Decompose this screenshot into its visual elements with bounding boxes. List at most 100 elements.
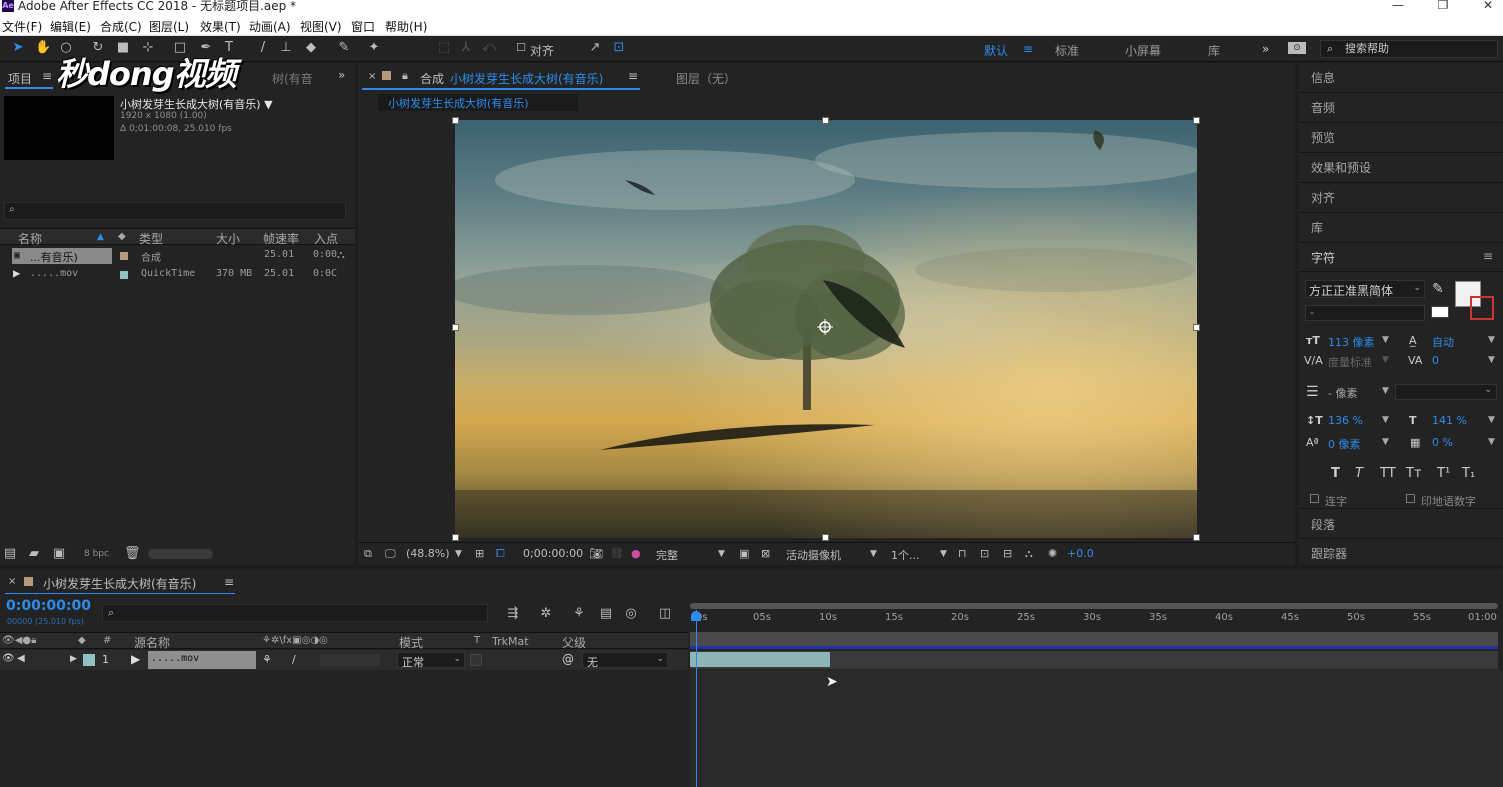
chevron-down-icon[interactable]: ▼ (870, 549, 877, 559)
swap-colors-icon[interactable] (1431, 306, 1449, 318)
audio-panel-tab[interactable]: 音频 (1311, 99, 1335, 116)
resolution-dropdown[interactable]: 完整 (656, 547, 678, 563)
eyedropper-icon[interactable]: ✎ (1432, 281, 1444, 297)
region-of-interest-icon[interactable]: ▣ (739, 547, 749, 560)
font-family-dropdown[interactable]: 方正正准黑简体 ⌄ (1305, 280, 1425, 298)
stroke-color-swatch[interactable] (1470, 296, 1494, 320)
roto-brush-tool-icon[interactable]: ✎ (336, 40, 352, 56)
monitor-icon[interactable]: 🖵 (385, 547, 396, 561)
frame-blending-icon[interactable]: ▤ (598, 606, 614, 622)
workspace-default[interactable]: 默认 (984, 42, 1008, 59)
help-search-input[interactable]: ⌕ 搜索帮助 (1320, 40, 1498, 58)
magnification-dropdown[interactable]: (48.8%) (406, 547, 450, 560)
audio-icon[interactable]: ◀︎ (17, 653, 25, 664)
workspace-small-screen[interactable]: 小屏幕 (1125, 42, 1161, 59)
layer-tab[interactable]: 图层（无） (676, 70, 736, 87)
col-inpoint[interactable]: 入点 (314, 230, 338, 247)
blend-mode-dropdown[interactable]: 正常 ⌄ (397, 652, 465, 669)
clone-stamp-tool-icon[interactable]: ⊥ (278, 40, 294, 56)
tsume-value[interactable]: 0 % (1432, 436, 1453, 449)
preview-panel-tab[interactable]: 预览 (1311, 129, 1335, 146)
playhead-cti[interactable] (696, 610, 697, 787)
hindi-digits-checkbox[interactable]: ☐ (1405, 492, 1416, 506)
selected-comp-name[interactable]: 小树发芽生长成大树(有音乐) ▼ (120, 96, 273, 112)
project-item-footage[interactable]: ▶ .....mov QuickTime 370 MB 25.01 0:0C (0, 266, 355, 284)
lock-icon[interactable]: 🔒︎ (402, 69, 408, 83)
col-mode[interactable]: 模式 (399, 634, 423, 651)
sync-settings-icon[interactable]: ⊙ (1288, 42, 1306, 54)
all-caps-button[interactable]: TT (1380, 466, 1396, 481)
new-folder-icon[interactable]: ▰ (26, 546, 42, 562)
channel-icon[interactable]: ● (631, 547, 641, 560)
selection-tool-icon[interactable]: ➤ (10, 40, 26, 56)
timeline-tab-menu-icon[interactable]: ≡ (224, 575, 234, 589)
reset-exposure-icon[interactable]: ✺ (1048, 547, 1057, 560)
comp-breadcrumb[interactable]: 小树发芽生长成大树(有音乐) (378, 94, 578, 111)
kerning-value[interactable]: 度量标准 (1328, 354, 1372, 370)
menu-effect[interactable]: 效果(T) (200, 18, 241, 35)
stroke-width-value[interactable]: - 像素 (1328, 385, 1357, 401)
chevron-down-icon[interactable]: ▼ (1382, 415, 1389, 425)
panel-overflow-icon[interactable]: » (338, 68, 345, 82)
workspace-library[interactable]: 库 (1208, 42, 1220, 59)
transform-handle-bl[interactable] (452, 534, 459, 541)
show-snapshot-icon[interactable]: ⛓ (610, 547, 624, 560)
workspace-standard[interactable]: 标准 (1055, 42, 1079, 59)
motion-blur-icon[interactable]: ◎ (623, 606, 639, 622)
project-search-input[interactable]: ⌕ (4, 202, 346, 220)
label-tag-icon[interactable]: ◆ (78, 635, 86, 646)
subscript-button[interactable]: T₁ (1462, 466, 1475, 481)
timeline-layer-row[interactable]: 👁︎ ◀︎ ▶ 1 ▶ .....mov ⚘ / 正常 ⌄ @ 无 ⌄ (0, 650, 688, 670)
vertical-scale-value[interactable]: 136 % (1328, 414, 1363, 427)
delete-icon[interactable]: 🗑 (124, 546, 141, 562)
transform-handle-tl[interactable] (452, 117, 459, 124)
chevron-down-icon[interactable]: ▼ (940, 549, 947, 559)
transform-handle-br[interactable] (1193, 534, 1200, 541)
close-button[interactable]: ✕ (1478, 0, 1498, 12)
col-index[interactable]: # (103, 635, 111, 646)
workspace-menu-icon[interactable]: ≡ (1023, 42, 1033, 56)
current-time-display[interactable]: 0;00:00:00 (523, 547, 583, 560)
fast-previews-icon[interactable]: ⊡ (980, 547, 989, 560)
col-name[interactable]: 名称 (18, 230, 42, 247)
layer-duration-bar[interactable] (690, 652, 830, 667)
graph-editor-icon[interactable]: ◫ (657, 606, 673, 622)
eraser-tool-icon[interactable]: ◆ (303, 40, 319, 56)
chevron-down-icon[interactable]: ▼ (1382, 386, 1389, 396)
character-panel-title[interactable]: 字符 (1311, 249, 1335, 266)
superscript-button[interactable]: T¹ (1437, 466, 1450, 481)
always-preview-icon[interactable]: ⧉ (364, 547, 372, 561)
col-preserve-transparency[interactable]: T (474, 635, 480, 646)
bit-depth-button[interactable]: 8 bpc (84, 549, 109, 559)
minimize-button[interactable]: — (1388, 0, 1408, 12)
align-checkbox[interactable]: ☐ (513, 40, 529, 56)
menu-composition[interactable]: 合成(C) (100, 18, 142, 35)
timeline-search-input[interactable]: ⌕ (102, 604, 488, 622)
menu-edit[interactable]: 编辑(E) (50, 18, 91, 35)
parent-dropdown[interactable]: 无 ⌄ (582, 652, 668, 669)
comp-tab-name[interactable]: 小树发芽生长成大树(有音乐) (450, 70, 603, 87)
view-layout-dropdown[interactable]: 1个... (891, 547, 920, 563)
horizontal-scale-value[interactable]: 141 % (1432, 414, 1467, 427)
chevron-down-icon[interactable]: ▼ (1382, 355, 1389, 365)
transparency-grid-icon[interactable]: ⊠ (761, 547, 770, 560)
expand-layer-icon[interactable]: ▶ (70, 654, 77, 664)
preserve-transparency-checkbox[interactable] (470, 654, 482, 666)
time-ruler[interactable]: 0s 05s 10s 15s 20s 25s 30s 35s 40s 45s 5… (690, 600, 1503, 632)
col-size[interactable]: 大小 (216, 230, 240, 247)
stroke-style-dropdown[interactable]: ⌄ (1395, 384, 1497, 400)
paragraph-panel-tab[interactable]: 段落 (1311, 516, 1335, 533)
menu-animation[interactable]: 动画(A) (249, 18, 291, 35)
time-navigator[interactable] (690, 603, 1498, 609)
grid-icon[interactable]: ⊞ (475, 547, 484, 560)
puppet-pin-tool-icon[interactable]: ✦ (366, 40, 382, 56)
transform-handle-tr[interactable] (1193, 117, 1200, 124)
close-tab-icon[interactable]: × (368, 71, 376, 82)
effects-presets-panel-tab[interactable]: 效果和预设 (1311, 159, 1371, 176)
align-panel-tab[interactable]: 对齐 (1311, 189, 1335, 206)
chevron-down-icon[interactable]: ▼ (455, 549, 462, 559)
chevron-down-icon[interactable]: ▼ (1382, 437, 1389, 447)
baseline-shift-value[interactable]: 0 像素 (1328, 436, 1361, 452)
small-caps-button[interactable]: Tт (1406, 466, 1422, 481)
project-item-comp[interactable]: ▣ ...有音乐) 合成 25.01 0:00 ⛬ (0, 247, 355, 265)
